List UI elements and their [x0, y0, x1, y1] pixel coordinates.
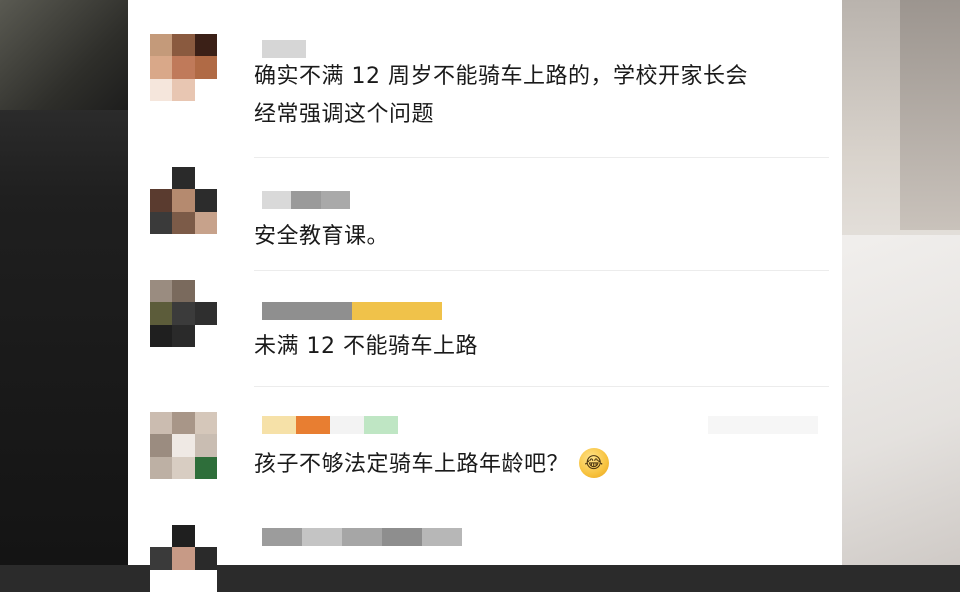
avatar-pixel — [194, 167, 217, 190]
avatar-pixel — [172, 456, 195, 479]
avatar-pixel — [194, 56, 217, 79]
avatar-pixel — [150, 412, 173, 435]
username-blur-segment — [352, 302, 442, 320]
avatar-pixel — [172, 547, 195, 570]
avatar-pixel — [150, 324, 173, 347]
comment-text: 确实不满 12 周岁不能骑车上路的，学校开家长会 经常强调这个问题 — [254, 64, 748, 127]
username-blur-segment — [382, 528, 422, 546]
avatar-pixel — [150, 34, 173, 57]
avatar-pixel — [194, 525, 217, 548]
avatar-pixel — [194, 547, 217, 570]
username-blur-segment — [364, 416, 398, 434]
username-blur-segment — [262, 40, 306, 58]
username-blur-segment — [262, 528, 302, 546]
comment-item: 孩子不够法定骑车上路年龄吧？ 😂 — [128, 386, 842, 510]
username-blur-segment — [262, 302, 352, 320]
avatar-pixel — [150, 189, 173, 212]
avatar[interactable] — [150, 525, 217, 592]
username[interactable] — [262, 40, 306, 58]
comment-item: 未满 12 不能骑车上路 — [128, 270, 842, 387]
avatar-pixel — [172, 211, 195, 234]
avatar-pixel — [172, 324, 195, 347]
comment-item: 确实不满 12 周岁不能骑车上路的，学校开家长会 经常强调这个问题 — [128, 0, 842, 158]
avatar-pixel — [172, 167, 195, 190]
background-dress — [830, 235, 960, 565]
comment-text: 孩子不够法定骑车上路年龄吧？ 😂 — [254, 446, 610, 484]
avatar-pixel — [150, 456, 173, 479]
avatar-pixel — [194, 302, 217, 325]
username[interactable] — [262, 528, 462, 546]
username-blur-segment — [330, 416, 364, 434]
username-blur-segment — [342, 528, 382, 546]
avatar-pixel — [194, 456, 217, 479]
avatar-pixel — [194, 189, 217, 212]
background-left-figure — [0, 0, 145, 565]
avatar-pixel — [150, 167, 173, 190]
avatar-pixel — [172, 434, 195, 457]
avatar-pixel — [172, 78, 195, 101]
username-blur-segment — [422, 528, 462, 546]
avatar-pixel — [150, 434, 173, 457]
username-blur-segment — [291, 191, 321, 209]
avatar-pixel — [172, 525, 195, 548]
avatar-pixel — [194, 34, 217, 57]
faint-timestamp — [708, 416, 818, 434]
avatar-pixel — [172, 280, 195, 303]
avatar-pixel — [150, 211, 173, 234]
avatar-pixel — [194, 434, 217, 457]
avatar-pixel — [172, 412, 195, 435]
avatar[interactable] — [150, 34, 217, 101]
avatar-pixel — [194, 412, 217, 435]
username-blur-segment — [262, 191, 292, 209]
avatar-pixel — [172, 302, 195, 325]
username-blur-segment — [302, 528, 342, 546]
avatar-pixel — [150, 525, 173, 548]
background-hair — [900, 0, 960, 230]
avatar-pixel — [172, 34, 195, 57]
avatar[interactable] — [150, 167, 217, 234]
comment-panel: 确实不满 12 周岁不能骑车上路的，学校开家长会 经常强调这个问题 安全教育课。… — [128, 0, 842, 592]
avatar-pixel — [150, 569, 173, 592]
comment-text: 安全教育课。 — [254, 224, 390, 249]
username-blur-segment — [296, 416, 330, 434]
avatar-pixel — [172, 56, 195, 79]
avatar-pixel — [194, 211, 217, 234]
username[interactable] — [262, 191, 350, 209]
username[interactable] — [262, 416, 398, 434]
avatar-pixel — [194, 280, 217, 303]
avatar-pixel — [172, 569, 195, 592]
background-right-figure — [830, 0, 960, 565]
avatar-pixel — [150, 78, 173, 101]
comment-item — [128, 510, 842, 592]
username-blur-segment — [262, 416, 296, 434]
avatar[interactable] — [150, 280, 217, 347]
avatar[interactable] — [150, 412, 217, 479]
avatar-pixel — [150, 547, 173, 570]
avatar-pixel — [194, 78, 217, 101]
avatar-pixel — [150, 280, 173, 303]
comment-item: 安全教育课。 — [128, 158, 842, 271]
username-blur-segment — [320, 191, 350, 209]
comment-text: 未满 12 不能骑车上路 — [254, 334, 478, 359]
username[interactable] — [262, 302, 442, 320]
avatar-pixel — [150, 56, 173, 79]
avatar-pixel — [150, 302, 173, 325]
background-shoulder — [0, 0, 145, 110]
avatar-pixel — [194, 569, 217, 592]
avatar-pixel — [194, 324, 217, 347]
laugh-cry-icon: 😂 — [579, 448, 610, 478]
avatar-pixel — [172, 189, 195, 212]
